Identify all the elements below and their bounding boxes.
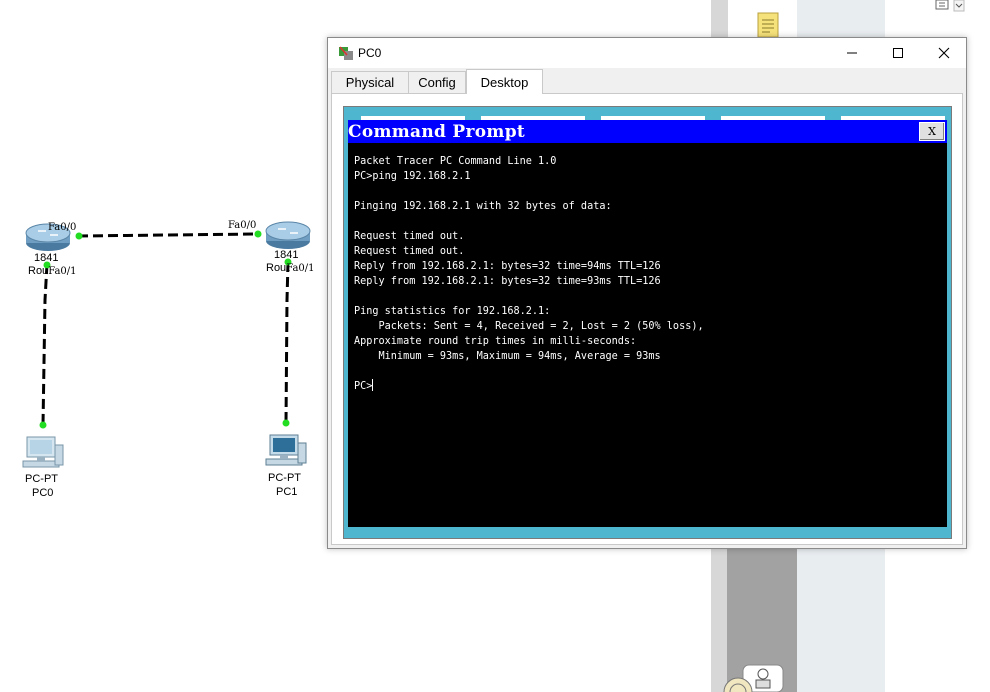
realtime-icon[interactable] — [716, 676, 760, 692]
command-prompt-window[interactable]: Command Prompt X Packet Tracer PC Comman… — [348, 120, 947, 527]
router0-model-label: 1841 — [34, 252, 59, 264]
tab-config[interactable]: Config — [408, 71, 466, 93]
port-label-r0-fa00: Fa0/0 — [48, 222, 77, 233]
pc0-icon — [22, 436, 64, 468]
window-title: PC0 — [358, 46, 382, 60]
window-titlebar[interactable]: PC0 — [328, 38, 966, 68]
link-router1-pc1 — [284, 261, 290, 424]
command-prompt-title: Command Prompt — [348, 122, 526, 142]
tab-desktop[interactable]: Desktop — [466, 69, 543, 94]
link-light — [75, 232, 83, 240]
maximize-button[interactable] — [875, 38, 921, 68]
terminal-line: PC>ping 192.168.2.1 — [354, 171, 471, 182]
terminal-line: Ping statistics for 192.168.2.1: — [354, 306, 551, 317]
tab-content: Command Prompt X Packet Tracer PC Comman… — [331, 93, 963, 545]
close-icon — [938, 47, 950, 59]
desktop-area: Command Prompt X Packet Tracer PC Comman… — [343, 106, 952, 539]
link-router0-router1 — [77, 232, 259, 238]
terminal-output[interactable]: Packet Tracer PC Command Line 1.0 PC>ping… — [354, 154, 704, 394]
terminal-line: Request timed out. — [354, 231, 465, 242]
terminal-line: Pinging 192.168.2.1 with 32 bytes of dat… — [354, 201, 612, 212]
command-prompt-close-button[interactable]: X — [919, 122, 945, 141]
tab-physical[interactable]: Physical — [331, 71, 409, 93]
network-topology-canvas[interactable]: Fa0/0 Fa0/0 1841 RouFa0/1 1841 RouFa0/1 … — [0, 0, 340, 520]
pc1-name-label: PC1 — [276, 486, 298, 498]
terminal-line: Request timed out. — [354, 246, 465, 257]
terminal-line: Minimum = 93ms, Maximum = 94ms, Average … — [354, 351, 661, 362]
pc0-name-label: PC0 — [32, 487, 54, 499]
link-router0-pc0 — [41, 263, 49, 426]
pc0-window[interactable]: PC0 Physical Config Desktop Command Prom… — [327, 37, 967, 549]
pc1-type-label: PC-PT — [268, 472, 301, 484]
command-prompt-titlebar: Command Prompt X — [348, 120, 947, 143]
router1-name-label: RouFa0/1 — [266, 262, 315, 274]
terminal-line: Approximate round trip times in milli-se… — [354, 336, 637, 347]
terminal-line: Reply from 192.168.2.1: bytes=32 time=94… — [354, 261, 661, 272]
minimize-icon — [847, 52, 857, 54]
terminal-line: PC> — [354, 379, 374, 392]
terminal-line: Packet Tracer PC Command Line 1.0 — [354, 156, 557, 167]
terminal-line: Packets: Sent = 4, Received = 2, Lost = … — [354, 321, 704, 332]
dropdown-menu-icon[interactable] — [934, 0, 974, 12]
maximize-icon — [893, 48, 903, 58]
link-light — [282, 419, 290, 427]
link-light — [254, 230, 262, 238]
text-cursor — [372, 379, 374, 391]
note-icon[interactable] — [757, 12, 779, 38]
packet-tracer-app-icon — [339, 46, 353, 60]
router1-model-label: 1841 — [274, 249, 299, 261]
pc1-icon — [265, 434, 307, 466]
terminal-line: Reply from 192.168.2.1: bytes=32 time=93… — [354, 276, 661, 287]
close-button[interactable] — [921, 38, 967, 68]
minimize-button[interactable] — [829, 38, 875, 68]
link-light — [39, 421, 47, 429]
port-label-r1-fa00: Fa0/0 — [228, 220, 257, 231]
router0-name-label: RouFa0/1 — [28, 265, 77, 277]
pc0-type-label: PC-PT — [25, 473, 58, 485]
router1-icon — [265, 221, 311, 249]
